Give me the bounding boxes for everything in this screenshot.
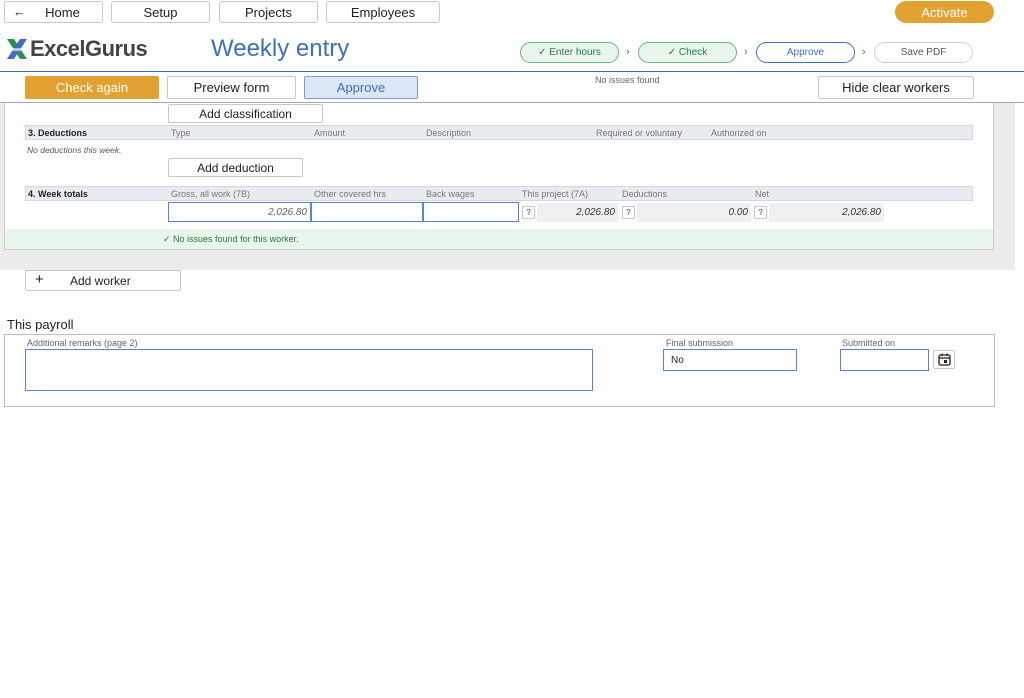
calendar-icon	[937, 353, 951, 366]
preview-form-button[interactable]: Preview form	[167, 76, 296, 99]
remarks-textarea[interactable]	[25, 349, 593, 391]
approve-button[interactable]: Approve	[304, 76, 418, 99]
employees-button[interactable]: Employees	[326, 1, 440, 23]
help-this-project-button[interactable]: ?	[522, 206, 535, 219]
chevron-right-icon: ›	[862, 46, 866, 58]
home-label: Home	[45, 4, 80, 20]
step-enter-hours[interactable]: ✓ Enter hours	[520, 42, 619, 63]
payroll-section-title: This payroll	[7, 317, 74, 332]
other-hrs-input[interactable]	[311, 202, 423, 222]
submitted-on-input[interactable]	[840, 349, 929, 371]
col-type: Type	[171, 128, 191, 138]
brand-name: ExcelGurus	[30, 36, 148, 61]
home-button[interactable]: ← Home	[4, 1, 103, 23]
projects-button[interactable]: Projects	[219, 1, 318, 23]
chevron-right-icon: ›	[744, 46, 748, 58]
no-deductions-note: No deductions this week.	[27, 145, 122, 155]
this-project-value: 2,026.80	[537, 203, 618, 222]
col-this-project: This project (7A)	[522, 189, 589, 199]
col-required: Required or voluntary	[596, 128, 683, 138]
col-gross: Gross, all work (7B)	[171, 189, 251, 199]
status-text: No issues found	[595, 75, 660, 85]
final-submission-label: Final submission	[666, 338, 734, 348]
submitted-on-label: Submitted on	[842, 338, 896, 348]
final-submission-select[interactable]: No	[663, 349, 797, 371]
add-worker-button[interactable]: + Add worker	[25, 270, 181, 291]
page-title: Weekly entry	[211, 35, 350, 62]
chevron-right-icon: ›	[626, 46, 630, 58]
worker-ok-banner: ✓ No issues found for this worker.	[5, 229, 993, 249]
hide-clear-workers-button[interactable]: Hide clear workers	[818, 76, 974, 99]
check-again-button[interactable]: Check again	[25, 76, 159, 99]
help-deductions-button[interactable]: ?	[622, 206, 635, 219]
step-check[interactable]: ✓ Check	[638, 42, 737, 63]
deductions-title: 3. Deductions	[28, 128, 88, 138]
plus-icon: +	[35, 271, 44, 288]
setup-button[interactable]: Setup	[111, 1, 210, 23]
add-worker-label: Add worker	[70, 274, 131, 288]
remarks-label: Additional remarks (page 2)	[27, 338, 138, 348]
col-description: Description	[426, 128, 472, 138]
col-other-hrs: Other covered hrs	[314, 189, 387, 199]
deductions-header: 3. Deductions Type Amount Description Re…	[25, 125, 973, 140]
worker-ok-text: ✓ No issues found for this worker.	[163, 234, 299, 244]
step-save-pdf[interactable]: Save PDF	[874, 42, 973, 63]
col-deductions: Deductions	[622, 189, 668, 199]
week-totals-header: 4. Week totals Gross, all work (7B) Othe…	[25, 186, 973, 201]
activate-button[interactable]: Activate	[895, 1, 994, 23]
net-value: 2,026.80	[769, 203, 884, 222]
brand-logo: ExcelGurus	[5, 36, 148, 62]
deductions-value: 0.00	[637, 203, 751, 222]
calendar-button[interactable]	[933, 350, 955, 369]
col-amount: Amount	[314, 128, 346, 138]
help-net-button[interactable]: ?	[754, 206, 767, 219]
excelgurus-logo-icon	[7, 39, 27, 59]
col-back-wages: Back wages	[426, 189, 475, 199]
back-arrow-icon: ←	[13, 4, 26, 19]
gross-input[interactable]: 2,026.80	[168, 202, 311, 222]
header-divider	[0, 71, 1024, 72]
back-wages-input[interactable]	[423, 202, 519, 222]
add-classification-button[interactable]: Add classification	[168, 104, 323, 123]
week-totals-title: 4. Week totals	[28, 189, 88, 199]
col-net: Net	[755, 189, 770, 199]
step-approve[interactable]: Approve	[756, 42, 855, 63]
col-authorized: Authorized on	[711, 128, 767, 138]
add-deduction-button[interactable]: Add deduction	[168, 158, 303, 177]
